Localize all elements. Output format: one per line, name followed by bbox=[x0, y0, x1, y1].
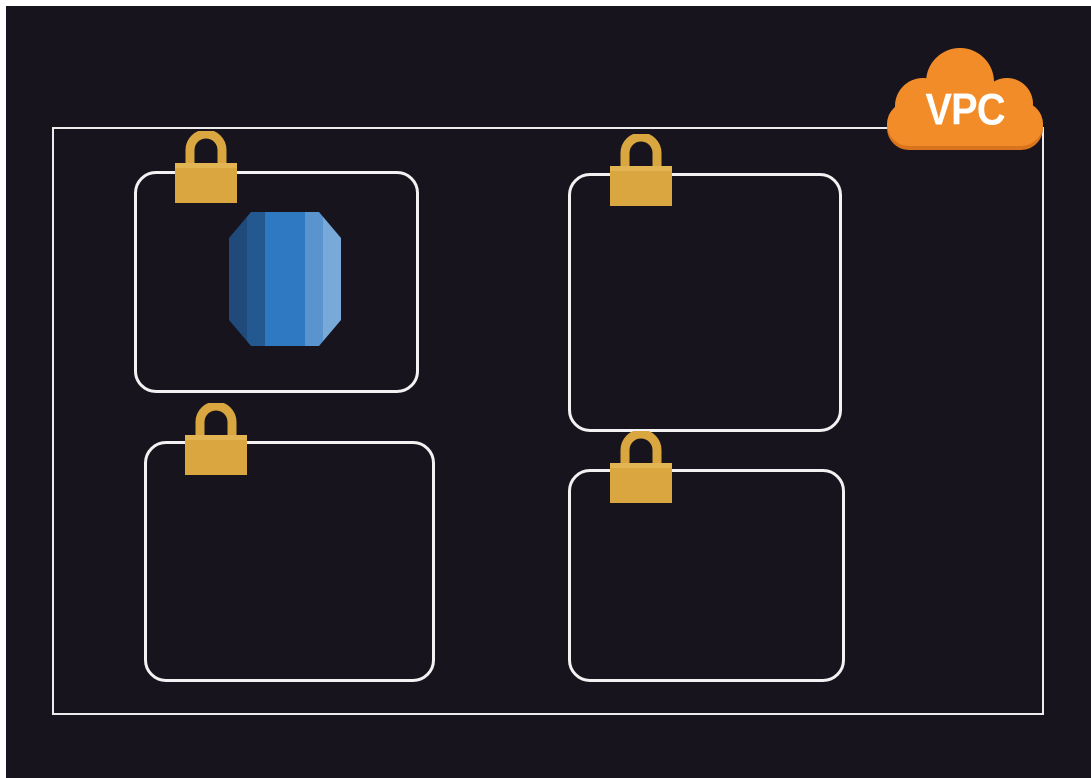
vpc-cloud-icon: VPC bbox=[885, 44, 1045, 154]
lock-icon bbox=[175, 131, 237, 203]
lock-icon bbox=[185, 403, 247, 475]
lock-icon bbox=[610, 431, 672, 503]
subnet-top-right bbox=[568, 173, 842, 432]
subnet-bottom-left bbox=[144, 441, 435, 682]
vpc-label: VPC bbox=[925, 85, 1005, 135]
lock-icon bbox=[610, 134, 672, 206]
database-icon bbox=[229, 208, 341, 350]
